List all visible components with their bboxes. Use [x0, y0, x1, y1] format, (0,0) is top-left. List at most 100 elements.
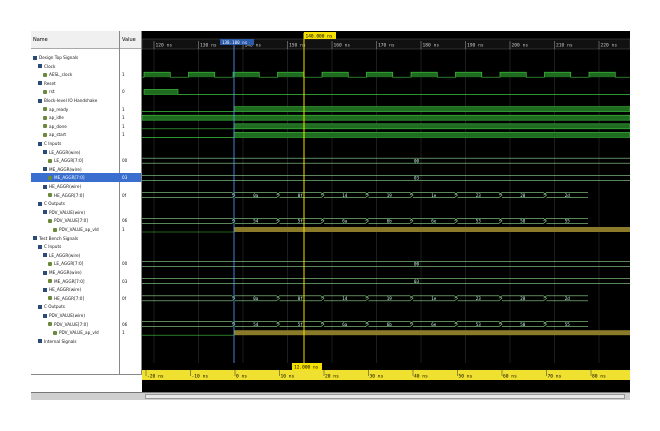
top-tick-label: 150 ns — [289, 43, 306, 49]
top-tick-label: 200 ns — [512, 43, 529, 49]
expand-icon[interactable] — [38, 81, 42, 86]
signal-value: 1 — [122, 227, 125, 232]
signal-icon — [48, 279, 52, 284]
bit-high-band — [142, 114, 630, 121]
expand-icon[interactable] — [38, 304, 42, 309]
top-tick-label: 180 ns — [423, 43, 440, 49]
clock-high-pulse — [188, 72, 215, 78]
bus-value-label: 6a — [342, 219, 348, 224]
top-tick-label: 210 ns — [556, 43, 573, 49]
bus-value-label: 53 — [476, 219, 482, 224]
scrollbar-thumb[interactable] — [145, 394, 625, 399]
signal-icon — [43, 124, 47, 129]
bus-value-label: 53 — [476, 322, 482, 327]
expand-icon[interactable] — [43, 313, 47, 318]
signal-value: 0f — [122, 295, 127, 301]
expand-icon[interactable] — [33, 236, 37, 241]
bus-value-label: 50 — [520, 322, 526, 327]
expand-icon[interactable] — [38, 339, 42, 344]
signal-label: Internal Signals — [44, 338, 77, 344]
waveform-background — [142, 31, 630, 392]
signal-icon — [48, 296, 52, 301]
top-tick-label: 170 ns — [378, 43, 395, 49]
clock-high-pulse — [277, 72, 304, 78]
signal-value: 00 — [122, 158, 128, 164]
top-tick-label: 130 ns — [200, 43, 217, 49]
signal-value: 00 — [122, 261, 128, 267]
signal-icon — [48, 261, 52, 266]
expand-icon[interactable] — [38, 201, 42, 206]
expand-icon[interactable] — [38, 64, 42, 69]
bus-value-label: 6b — [387, 322, 393, 327]
bus-value-label: 23 — [476, 296, 482, 301]
clock-high-pulse — [144, 72, 171, 78]
bus-value-label: 55 — [565, 219, 571, 224]
signal-icon — [48, 218, 52, 223]
bus-value-label: 55 — [565, 322, 571, 327]
expand-icon[interactable] — [43, 167, 47, 172]
expand-icon[interactable] — [43, 270, 47, 275]
clock-high-pulse — [589, 72, 616, 78]
bottom-tick-label: 20 ns — [325, 374, 339, 380]
bus-value-label: 54 — [253, 322, 259, 327]
expand-icon[interactable] — [33, 55, 37, 60]
bit-high-band — [233, 132, 630, 138]
clock-high-pulse — [500, 72, 527, 78]
bit-high-band — [233, 123, 630, 130]
waveform-viewer: Name Design Top Signals Clock AESL_clock Re… — [31, 31, 630, 400]
signal-icon — [43, 72, 47, 77]
bottom-tick-label: 80 ns — [592, 374, 606, 380]
bottom-cursor-label: 12.000 ns — [294, 364, 319, 370]
bus-value-label: 6b — [387, 219, 393, 224]
expand-icon[interactable] — [43, 210, 47, 215]
bus-value-label: 5f — [298, 219, 304, 224]
reset-pulse — [143, 89, 179, 95]
expand-icon[interactable] — [43, 150, 47, 155]
name-column-header[interactable]: Name — [31, 31, 119, 49]
top-tick-label: 160 ns — [334, 43, 351, 49]
horizontal-scrollbar[interactable] — [31, 392, 630, 400]
bus-value-label: 2d — [565, 193, 571, 198]
expand-icon[interactable] — [38, 141, 42, 146]
bottom-tick-label: -20 ns — [147, 374, 164, 380]
clock-high-pulse — [366, 72, 393, 78]
signal-icon — [43, 107, 47, 112]
expand-icon[interactable] — [43, 253, 47, 258]
bus-value-label: 03 — [414, 176, 420, 181]
bottom-tick-label: -10 ns — [192, 374, 209, 380]
bus-value-label: 6a — [342, 322, 348, 327]
bottom-tick-label: 10 ns — [281, 374, 295, 380]
clock-high-pulse — [411, 72, 438, 78]
bus-value-label: 0a — [253, 296, 259, 301]
signal-value: 0 — [122, 89, 125, 95]
bottom-tick-label: 30 ns — [370, 374, 384, 380]
bus-value-label: 0f — [298, 193, 304, 198]
secondary-cursor-label: 138.100 ns — [222, 40, 248, 45]
bus-value-label: 00 — [414, 158, 420, 163]
expand-icon[interactable] — [43, 287, 47, 292]
bus-value-label: 50 — [520, 219, 526, 224]
expand-icon[interactable] — [38, 244, 42, 249]
signal-value: 03 — [120, 173, 141, 183]
bus-value-label: 5f — [298, 322, 304, 327]
signal-icon — [43, 132, 47, 137]
bottom-tick-label: 50 ns — [459, 374, 473, 380]
signal-value-panel: Value 1 0 1 1 1 1 00 03 0f 06 1 00 03 0f 06 1 — [120, 31, 142, 400]
main-cursor-label: 140.000 ns — [306, 33, 333, 39]
bus-value-label: 2d — [565, 296, 571, 301]
signal-row[interactable]: Internal Signals — [31, 337, 120, 346]
bus-value-label: 0f — [298, 296, 304, 301]
bus-value-label: 19 — [387, 296, 393, 301]
waveform-canvas[interactable]: 120 ns 130 ns 14 0 ns 150 ns 160 ns 170 ns 180 … — [142, 31, 630, 392]
bus-value-label: 28 — [520, 296, 526, 301]
top-tick-label: 120 ns — [156, 43, 173, 49]
signal-icon — [43, 115, 47, 120]
expand-icon[interactable] — [38, 98, 42, 103]
bus-value-label: 03 — [414, 279, 420, 284]
bus-value-label: 28 — [520, 193, 526, 198]
clock-high-pulse — [544, 72, 571, 78]
bottom-tick-label: 70 ns — [548, 374, 562, 380]
bus-value-label: 23 — [476, 193, 482, 198]
expand-icon[interactable] — [43, 184, 47, 189]
value-column-header[interactable]: Value — [120, 31, 141, 49]
